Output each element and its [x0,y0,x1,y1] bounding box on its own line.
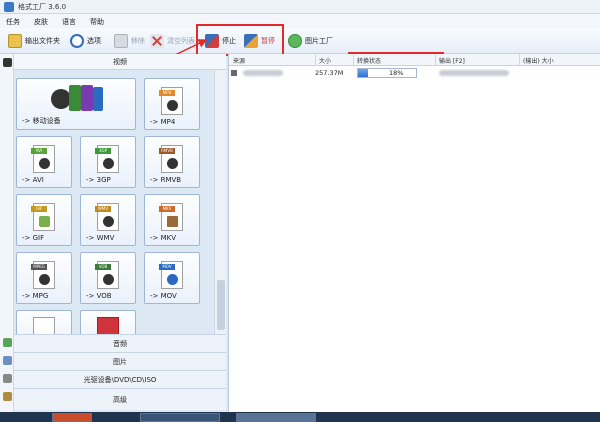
category-icon-column [0,54,14,414]
video-category-icon [3,58,12,67]
progress-bar-fill [358,69,369,77]
toolbar: 输出文件夹 选项 移除 清空列表 停止 暂停 图片工厂 [0,28,600,54]
task-size: 257.37M [315,69,344,77]
task-list-header: 来源 大小 转换状态 输出 [F2] (输出) 大小 [229,54,600,66]
image-category-icon [3,356,12,365]
menu-help[interactable]: 帮助 [90,17,104,27]
audio-category[interactable]: 音频 [14,334,226,352]
format-grid-scrollbar[interactable] [214,70,226,334]
file-icon [33,317,55,334]
annotation-box-toolbar [196,24,284,56]
col-size[interactable]: 大小 [319,56,331,65]
wmv-file-icon: WMV [95,203,119,231]
rom-category-icon [3,374,12,383]
progress-bar [357,68,417,78]
title-bar: 格式工厂 3.6.0 [0,0,600,14]
tile-rmvb[interactable]: RMVB -> RMVB [144,136,200,188]
options-icon [70,34,84,48]
taskbar-app-3[interactable] [236,413,316,422]
video-category-header[interactable]: 视频 [14,54,226,70]
taskbar-app-2[interactable] [140,413,220,422]
col-output-size[interactable]: (输出) 大小 [523,56,554,65]
picture-factory-button[interactable]: 图片工厂 [288,33,333,49]
tile-mkv[interactable]: MKV -> MKV [144,194,200,246]
menu-task[interactable]: 任务 [6,17,20,27]
mkv-file-icon: MKV [159,203,183,231]
mov-file-icon: MOV [159,261,183,289]
clear-list-button[interactable]: 清空列表 [150,33,195,49]
menu-skin[interactable]: 皮肤 [34,17,48,27]
progress-text: 18% [389,69,404,77]
tile-mobile-device[interactable]: -> 移动设备 [16,78,136,130]
picture-factory-icon [288,34,302,48]
menu-language[interactable]: 语言 [62,17,76,27]
folder-icon [8,34,22,48]
mobile-device-icon [51,85,103,113]
vob-file-icon: VOB [95,261,119,289]
tile-mpg[interactable]: MPEG -> MPG [16,252,72,304]
3gp-file-icon: 3GP [95,145,119,173]
tile-mov[interactable]: MOV -> MOV [144,252,200,304]
advanced-category[interactable]: 高级 [14,388,226,410]
advanced-category-icon [3,392,12,401]
rmvb-file-icon: RMVB [159,145,183,173]
remove-button[interactable]: 移除 [114,33,145,49]
image-category[interactable]: 图片 [14,352,226,370]
rom-category[interactable]: 光驱设备\DVD\CD\ISO [14,370,226,388]
file-icon [97,317,119,334]
task-row[interactable]: 257.37M 18% [229,67,600,79]
col-source[interactable]: 来源 [233,56,245,65]
menu-bar: 任务 皮肤 语言 帮助 [0,14,600,28]
tile-avi[interactable]: AVI -> AVI [16,136,72,188]
output-path-blurred [439,70,509,76]
tile-wmv[interactable]: WMV -> WMV [80,194,136,246]
tile-mp4[interactable]: MP4 -> MP4 [144,78,200,130]
audio-category-icon [3,338,12,347]
output-folder-button[interactable]: 输出文件夹 [8,33,60,49]
mpg-file-icon: MPEG [31,261,55,289]
taskbar-app-1[interactable] [52,413,92,422]
app-icon [4,2,14,12]
tile-partial-2[interactable] [80,310,136,334]
options-button[interactable]: 选项 [70,33,101,49]
tile-vob[interactable]: VOB -> VOB [80,252,136,304]
tile-gif[interactable]: GIF -> GIF [16,194,72,246]
tile-3gp[interactable]: 3GP -> 3GP [80,136,136,188]
task-list: 来源 大小 转换状态 输出 [F2] (输出) 大小 257.37M 18% [228,54,600,412]
file-icon [231,70,237,76]
col-output[interactable]: 输出 [F2] [439,56,465,65]
col-status[interactable]: 转换状态 [357,56,381,65]
avi-file-icon: AVI [31,145,55,173]
mp4-file-icon: MP4 [159,87,183,115]
tile-partial-1[interactable] [16,310,72,334]
source-name-blurred [243,70,283,76]
remove-icon [114,34,128,48]
clear-icon [150,34,164,48]
scroll-thumb[interactable] [217,280,225,330]
video-format-grid: -> 移动设备 MP4 -> MP4 AVI -> AVI 3GP -> 3GP… [14,70,214,334]
window-title: 格式工厂 3.6.0 [18,3,67,11]
windows-taskbar [0,412,600,422]
gif-file-icon: GIF [31,203,55,231]
